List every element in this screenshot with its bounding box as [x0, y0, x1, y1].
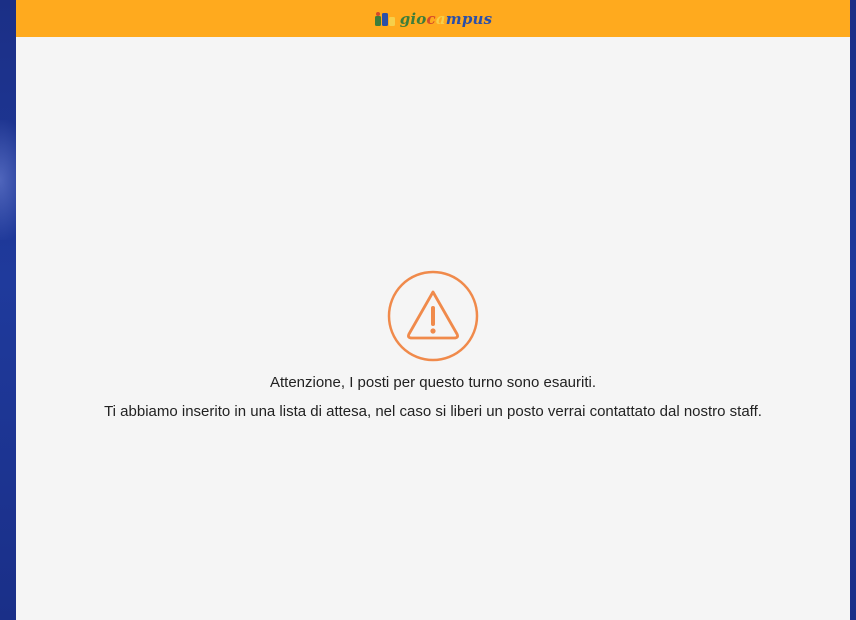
logo-text: giocampus [400, 10, 493, 28]
waitlist-message-body: Ti abbiamo inserito in una lista di atte… [104, 403, 762, 420]
logo-text-part: a [435, 9, 446, 28]
logo-text-part: mpus [445, 9, 493, 28]
modal-header: giocampus [16, 0, 850, 37]
logo-text-part: gio [399, 9, 427, 28]
giocampus-logo-icon [374, 11, 395, 26]
waitlist-message-title: Attenzione, I posti per questo turno son… [269, 374, 597, 391]
logo-text-part: c [426, 9, 436, 28]
modal-content: Attenzione, I posti per questo turno son… [16, 37, 850, 620]
giocampus-logo: giocampus [374, 10, 493, 28]
warning-icon [387, 270, 479, 362]
waitlist-modal: giocampus Attenzione, I posti per questo… [16, 0, 850, 620]
